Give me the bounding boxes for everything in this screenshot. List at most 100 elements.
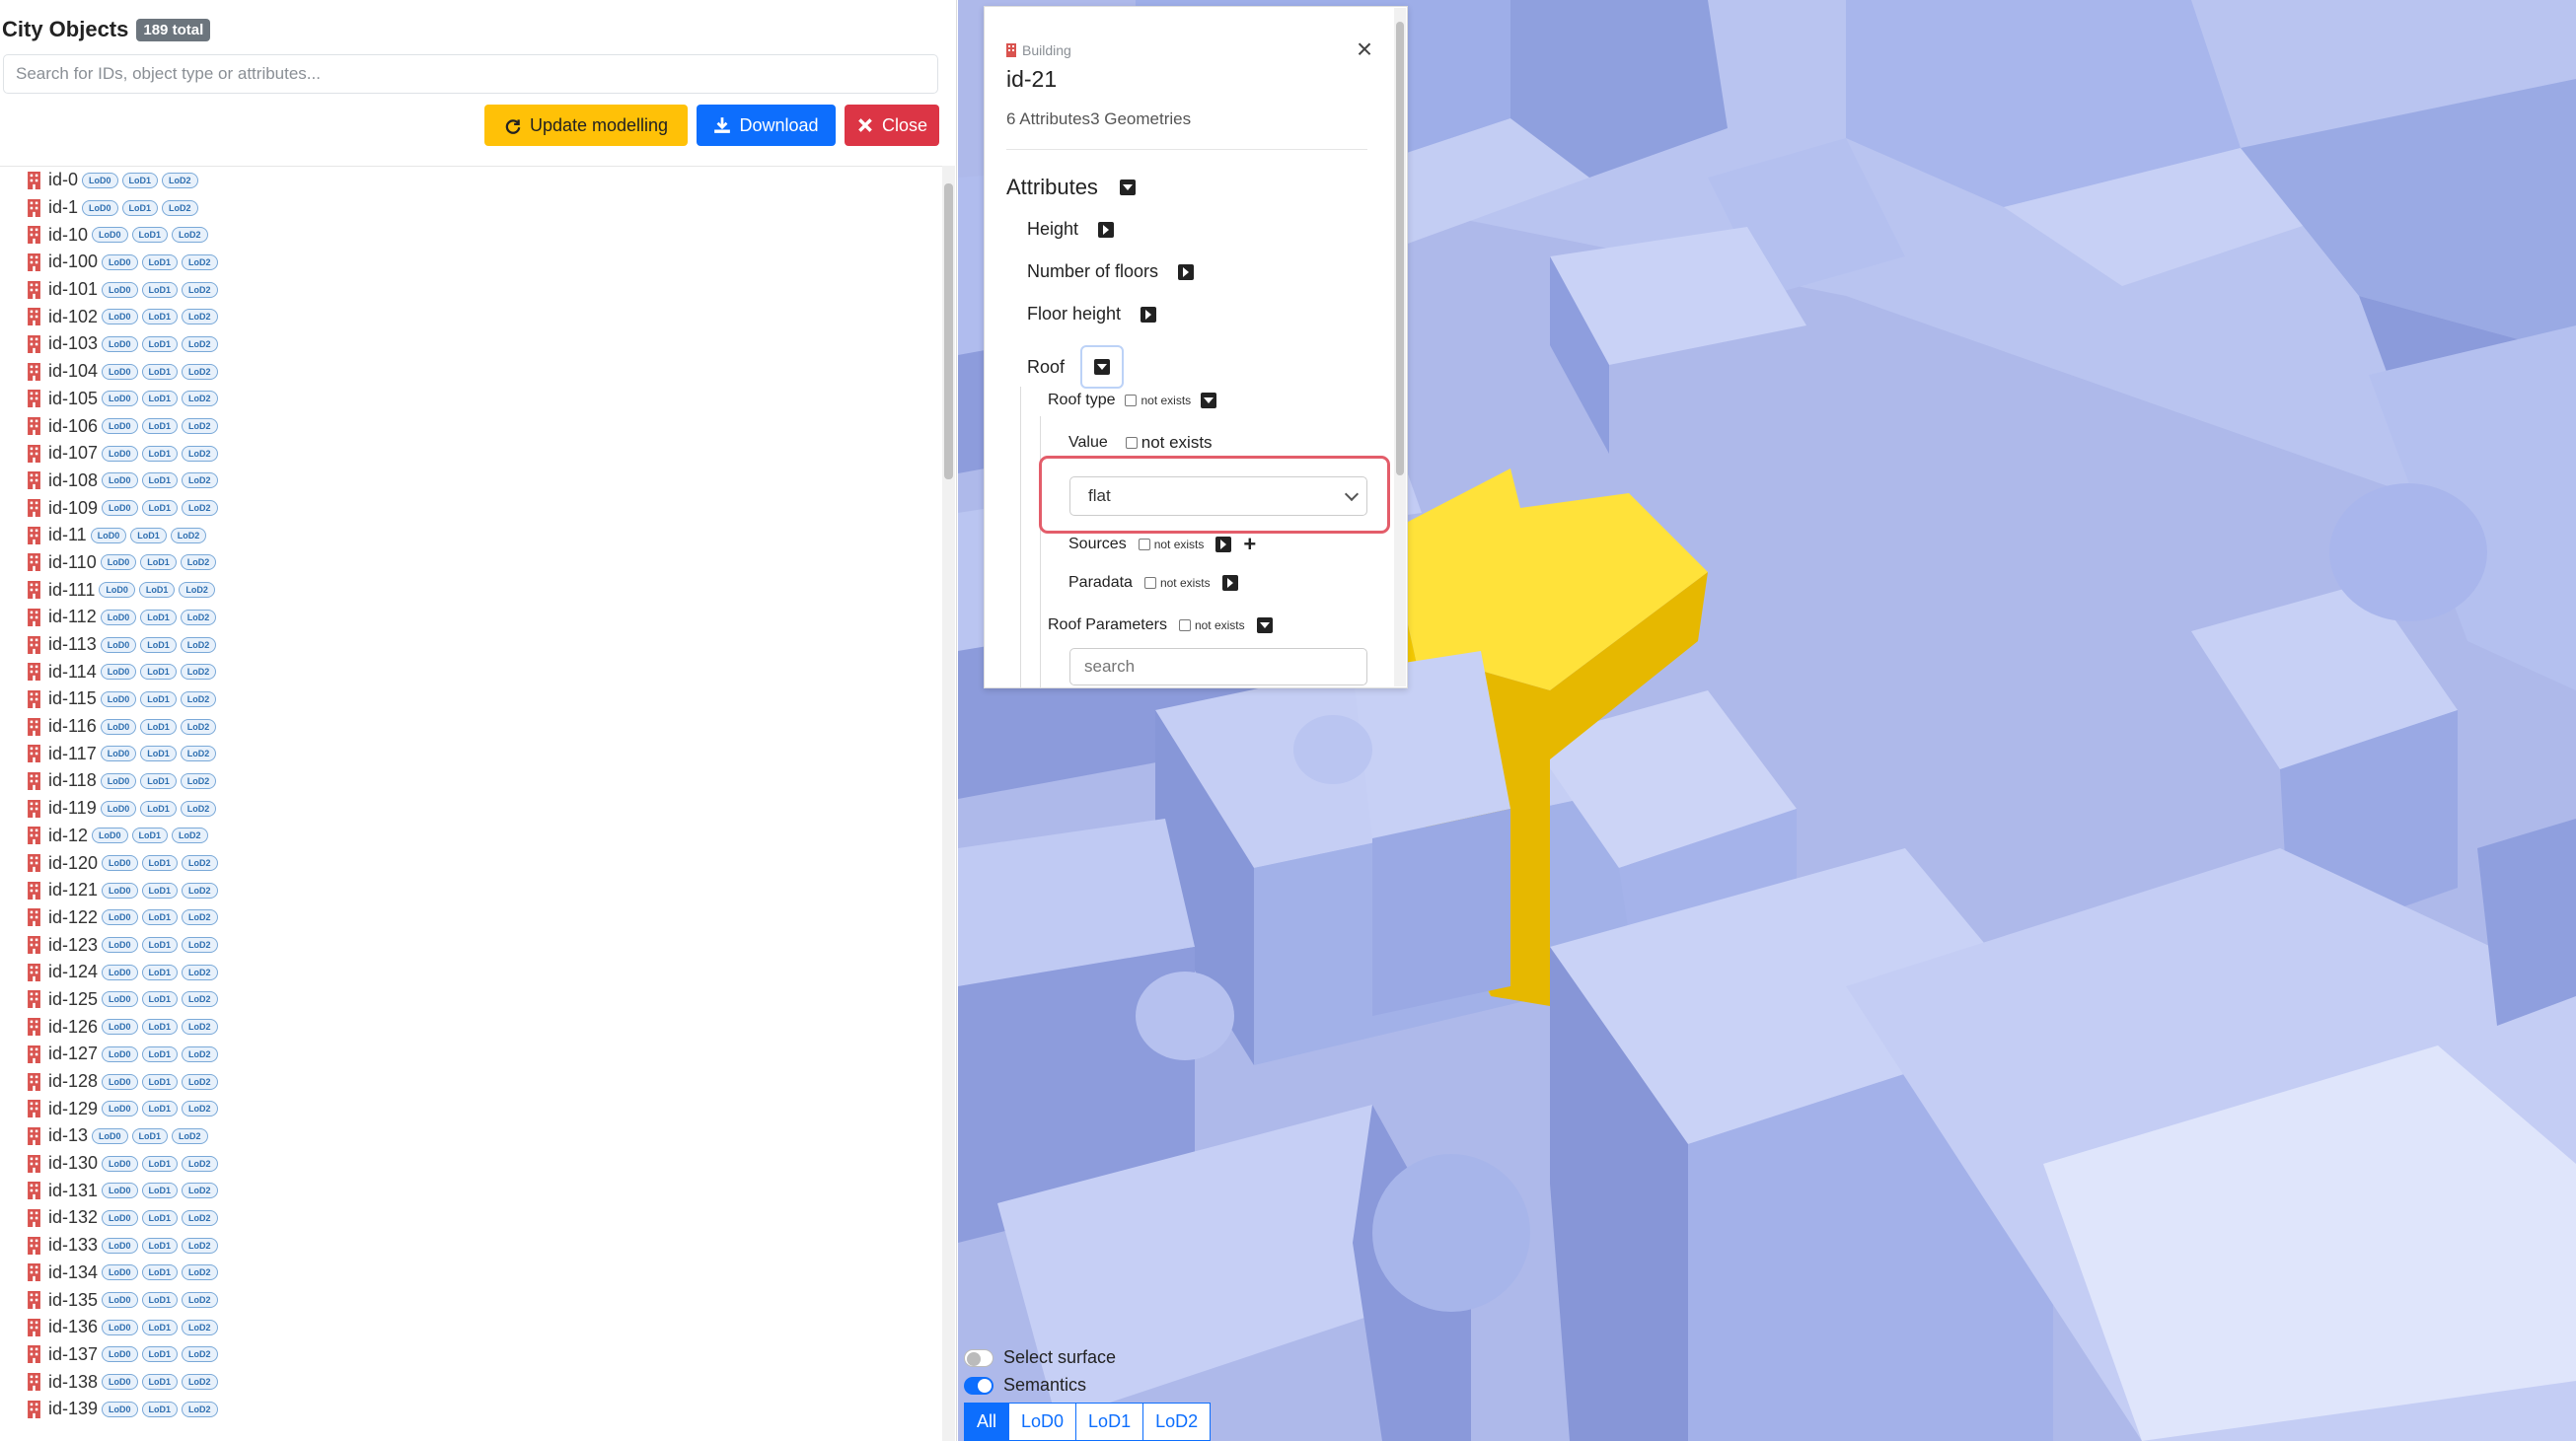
list-item[interactable]: id-136 LoD0 LoD1 LoD2 — [0, 1314, 942, 1341]
attr-height[interactable]: Height — [1027, 219, 1115, 240]
roof-parameters-collapse-icon[interactable] — [1256, 617, 1273, 633]
roof-type-not-exists[interactable]: not exists — [1125, 394, 1191, 407]
lod-badge: LoD0 — [99, 582, 135, 599]
attr-roof[interactable]: Roof — [1027, 345, 1125, 389]
roof-parameters-checkbox[interactable] — [1178, 619, 1191, 631]
panel-scrollbar-thumb[interactable] — [1396, 22, 1404, 475]
list-item[interactable]: id-127 LoD0 LoD1 LoD2 — [0, 1041, 942, 1068]
list-item[interactable]: id-138 LoD0 LoD1 LoD2 — [0, 1368, 942, 1396]
roof-type-select[interactable]: flat — [1069, 476, 1367, 516]
list-item[interactable]: id-116 LoD0 LoD1 LoD2 — [0, 713, 942, 741]
roof-type-checkbox[interactable] — [1125, 395, 1138, 406]
list-item[interactable]: id-133 LoD0 LoD1 LoD2 — [0, 1232, 942, 1260]
list-item[interactable]: id-137 LoD0 LoD1 LoD2 — [0, 1341, 942, 1369]
paradata-expand-icon[interactable] — [1221, 575, 1238, 591]
attr-floors[interactable]: Number of floors — [1027, 261, 1195, 282]
list-item[interactable]: id-107 LoD0 LoD1 LoD2 — [0, 440, 942, 468]
roof-parameters-search-input[interactable] — [1069, 648, 1367, 685]
list-item[interactable]: id-121 LoD0 LoD1 LoD2 — [0, 877, 942, 904]
list-item[interactable]: id-106 LoD0 LoD1 LoD2 — [0, 412, 942, 440]
roof-parameters-not-exists[interactable]: not exists — [1178, 618, 1245, 632]
list-item[interactable]: id-11 LoD0 LoD1 LoD2 — [0, 522, 942, 549]
lod-badge: LoD2 — [180, 718, 217, 735]
list-item[interactable]: id-100 LoD0 LoD1 LoD2 — [0, 249, 942, 276]
list-item[interactable]: id-122 LoD0 LoD1 LoD2 — [0, 904, 942, 932]
download-button[interactable]: Download — [697, 105, 836, 146]
lod-badge: LoD0 — [92, 1127, 128, 1144]
building-icon — [28, 526, 40, 544]
list-item[interactable]: id-130 LoD0 LoD1 LoD2 — [0, 1150, 942, 1178]
attr-floor-height-expand-icon[interactable] — [1141, 306, 1157, 323]
list-item[interactable]: id-115 LoD0 LoD1 LoD2 — [0, 685, 942, 713]
value-checkbox[interactable] — [1125, 437, 1138, 449]
lod-badge: LoD1 — [141, 363, 179, 380]
sources-not-exists[interactable]: not exists — [1138, 538, 1204, 551]
list-item[interactable]: id-128 LoD0 LoD1 LoD2 — [0, 1068, 942, 1096]
list-scrollbar-thumb[interactable] — [944, 183, 953, 479]
list-item[interactable]: id-114 LoD0 LoD1 LoD2 — [0, 658, 942, 685]
list-item[interactable]: id-110 LoD0 LoD1 LoD2 — [0, 549, 942, 577]
list-item[interactable]: id-0 LoD0 LoD1 LoD2 — [0, 167, 942, 194]
paradata-checkbox[interactable] — [1143, 577, 1156, 589]
lod-badge: LoD1 — [141, 391, 179, 407]
lod-badge: LoD2 — [182, 253, 218, 270]
attr-height-expand-icon[interactable] — [1098, 221, 1115, 238]
sources-expand-icon[interactable] — [1215, 537, 1232, 552]
list-item[interactable]: id-134 LoD0 LoD1 LoD2 — [0, 1260, 942, 1287]
attr-floor-height[interactable]: Floor height — [1027, 304, 1157, 324]
attr-floors-expand-icon[interactable] — [1178, 263, 1195, 280]
panel-scrollbar[interactable] — [1394, 8, 1406, 686]
lod-badge: LoD0 — [102, 1045, 138, 1062]
tab-lod0[interactable]: LoD0 — [1008, 1403, 1077, 1441]
list-item[interactable]: id-13 LoD0 LoD1 LoD2 — [0, 1122, 942, 1150]
select-surface-toggle[interactable] — [964, 1349, 994, 1367]
sources-checkbox[interactable] — [1138, 539, 1150, 550]
roof-toggle-focus[interactable] — [1080, 345, 1125, 389]
list-item[interactable]: id-108 LoD0 LoD1 LoD2 — [0, 468, 942, 495]
paradata-not-exists[interactable]: not exists — [1143, 576, 1211, 590]
list-item[interactable]: id-113 LoD0 LoD1 LoD2 — [0, 631, 942, 659]
list-item[interactable]: id-104 LoD0 LoD1 LoD2 — [0, 358, 942, 386]
add-source-icon[interactable]: + — [1243, 532, 1256, 557]
list-item[interactable]: id-105 LoD0 LoD1 LoD2 — [0, 386, 942, 413]
tab-lod1[interactable]: LoD1 — [1075, 1403, 1144, 1441]
list-item[interactable]: id-117 LoD0 LoD1 LoD2 — [0, 740, 942, 767]
list-item[interactable]: id-126 LoD0 LoD1 LoD2 — [0, 1013, 942, 1041]
roof-type-collapse-icon[interactable] — [1201, 393, 1217, 408]
list-item[interactable]: id-131 LoD0 LoD1 LoD2 — [0, 1177, 942, 1204]
lod-badge: LoD2 — [180, 554, 217, 571]
list-item[interactable]: id-118 LoD0 LoD1 LoD2 — [0, 767, 942, 795]
list-item[interactable]: id-123 LoD0 LoD1 LoD2 — [0, 931, 942, 959]
list-item[interactable]: id-12 LoD0 LoD1 LoD2 — [0, 823, 942, 850]
list-item[interactable]: id-120 LoD0 LoD1 LoD2 — [0, 849, 942, 877]
search-input[interactable] — [3, 54, 938, 94]
list-item[interactable]: id-129 LoD0 LoD1 LoD2 — [0, 1095, 942, 1122]
update-modelling-button[interactable]: Update modelling — [484, 105, 688, 146]
list-item[interactable]: id-111 LoD0 LoD1 LoD2 — [0, 576, 942, 604]
list-item[interactable]: id-135 LoD0 LoD1 LoD2 — [0, 1286, 942, 1314]
semantics-toggle[interactable] — [964, 1377, 994, 1395]
list-item[interactable]: id-101 LoD0 LoD1 LoD2 — [0, 276, 942, 304]
close-button[interactable]: Close — [845, 105, 939, 146]
list-item[interactable]: id-119 LoD0 LoD1 LoD2 — [0, 795, 942, 823]
list-item[interactable]: id-132 LoD0 LoD1 LoD2 — [0, 1204, 942, 1232]
list-item[interactable]: id-102 LoD0 LoD1 LoD2 — [0, 303, 942, 330]
panel-close-icon[interactable]: × — [1352, 36, 1377, 63]
list-item[interactable]: id-124 LoD0 LoD1 LoD2 — [0, 959, 942, 986]
tab-lod2[interactable]: LoD2 — [1142, 1403, 1212, 1441]
tab-all[interactable]: All — [964, 1403, 1010, 1441]
attributes-collapse-icon[interactable] — [1119, 180, 1136, 195]
lod-badge: LoD2 — [182, 335, 218, 352]
list-item[interactable]: id-109 LoD0 LoD1 LoD2 — [0, 494, 942, 522]
attr-roof-collapse-icon[interactable] — [1094, 359, 1111, 375]
list-item[interactable]: id-112 LoD0 LoD1 LoD2 — [0, 604, 942, 631]
attributes-section-header[interactable]: Attributes — [1006, 175, 1136, 200]
semantics-knob — [978, 1379, 992, 1393]
list-item[interactable]: id-10 LoD0 LoD1 LoD2 — [0, 221, 942, 249]
list-item[interactable]: id-125 LoD0 LoD1 LoD2 — [0, 986, 942, 1014]
value-not-exists[interactable]: not exists — [1125, 433, 1213, 453]
list-item[interactable]: id-1 LoD0 LoD1 LoD2 — [0, 194, 942, 222]
list-item[interactable]: id-103 LoD0 LoD1 LoD2 — [0, 330, 942, 358]
list-scrollbar[interactable] — [942, 166, 955, 1441]
list-item[interactable]: id-139 LoD0 LoD1 LoD2 — [0, 1396, 942, 1423]
